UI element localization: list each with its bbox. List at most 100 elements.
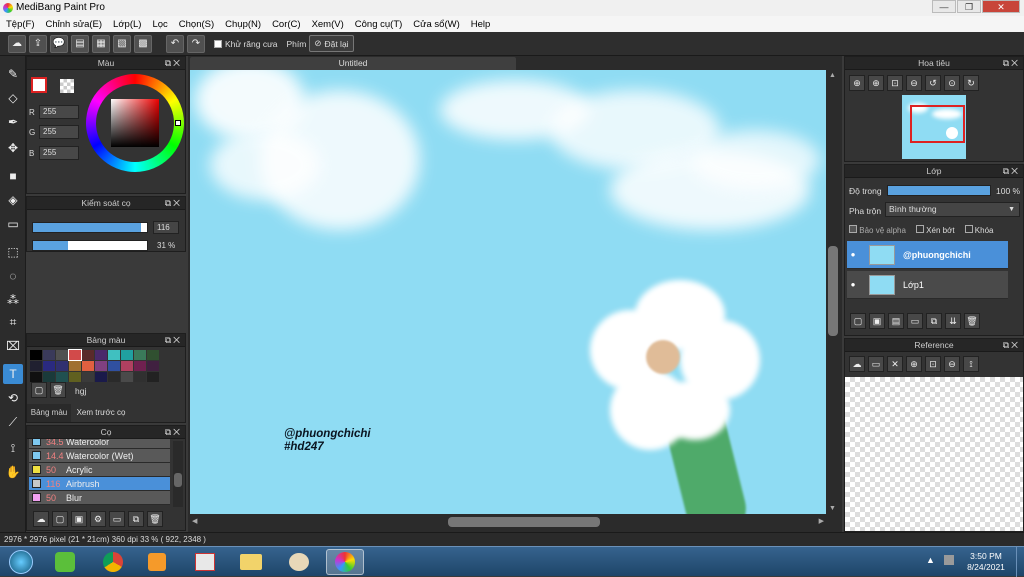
ref-open-icon[interactable]: ▭ [868, 356, 884, 372]
palette-swatch[interactable] [108, 361, 120, 371]
hand-tool-icon[interactable]: ✋ [3, 462, 23, 482]
lasso-tool-icon[interactable]: ◌ [3, 266, 23, 286]
palette-swatch[interactable] [108, 350, 120, 360]
dot-tool-icon[interactable]: ✒ [3, 112, 23, 132]
palette-swatch[interactable] [30, 372, 42, 382]
merge-layer-icon[interactable]: ⇊ [945, 313, 961, 329]
protect-alpha-checkbox[interactable]: Bảo vệ alpha [849, 225, 906, 235]
reset-button[interactable]: ⊘ Đặt lại [309, 35, 354, 52]
nav-zoom-out-icon[interactable]: ⊖ [906, 75, 922, 91]
antialias-checkbox[interactable]: Khử răng cưa [214, 39, 278, 49]
menu-item[interactable]: Cửa sổ(W) [413, 19, 459, 30]
paint-icon[interactable] [280, 549, 318, 575]
layer-opacity-slider[interactable] [887, 185, 991, 196]
palette-swatch[interactable] [134, 350, 146, 360]
eyedropper-tool-icon[interactable]: ⟟ [3, 438, 23, 458]
lock-checkbox[interactable]: Khóa [964, 225, 993, 235]
nav-fit-icon[interactable]: ⊡ [887, 75, 903, 91]
clipping-checkbox[interactable]: Xén bớt [915, 225, 955, 235]
maximize-button[interactable]: ❐ [957, 0, 981, 13]
nav-rotate-left-icon[interactable]: ↺ [925, 75, 941, 91]
cloud-icon[interactable]: ☁ [8, 34, 26, 53]
delete-palette-icon[interactable]: 🗑 [50, 382, 66, 398]
menu-item[interactable]: Help [471, 19, 491, 30]
select-tool-icon[interactable]: ⬚ [3, 242, 23, 262]
palette-swatch[interactable] [147, 372, 159, 382]
menu-item[interactable]: Cor(C) [272, 19, 301, 30]
brush-list-item[interactable]: 116 Airbrush [29, 477, 170, 491]
move-tool-icon[interactable]: ✥ [3, 138, 23, 158]
panel-controls-icon[interactable]: ⧉✕ [165, 57, 182, 70]
palette-swatch[interactable] [121, 372, 133, 382]
text-tool-icon[interactable]: T [3, 364, 23, 384]
ref-zoom-out-icon[interactable]: ⊖ [944, 356, 960, 372]
palette-swatch[interactable] [43, 350, 55, 360]
brush-copy-icon[interactable]: ⧉ [128, 511, 144, 527]
reference-image-area[interactable] [845, 377, 1023, 531]
palette-swatch[interactable] [56, 372, 68, 382]
brush-settings-icon[interactable]: ⚙ [90, 511, 106, 527]
eye-icon[interactable]: ● [847, 280, 859, 289]
chat-icon[interactable]: 💬 [50, 34, 68, 53]
nav-rotate-right-icon[interactable]: ↻ [963, 75, 979, 91]
palette-swatch[interactable] [56, 350, 68, 360]
select-eraser-icon[interactable]: ⌧ [3, 336, 23, 356]
brush-list-item[interactable]: 50 Acrylic [29, 463, 170, 477]
fill-tool-icon[interactable]: ◈ [3, 190, 23, 210]
menu-item[interactable]: Công cụ(T) [355, 19, 403, 30]
panel-controls-icon[interactable]: ⧉✕ [1003, 165, 1020, 178]
saturation-square[interactable] [111, 99, 159, 147]
palette-swatch[interactable] [134, 361, 146, 371]
document-tab[interactable]: Untitled [190, 57, 516, 70]
menu-item[interactable]: Lọc [152, 19, 167, 30]
brush-list-item[interactable]: 34.5 Watercolor [29, 439, 170, 449]
new-1bit-layer-icon[interactable]: ▤ [888, 313, 904, 329]
canvas-horizontal-scrollbar[interactable]: ◀ ▶ [190, 514, 826, 530]
divide-tool-icon[interactable]: ⟋ [3, 412, 23, 432]
ref-cloud-icon[interactable]: ☁ [849, 356, 865, 372]
palette-swatch[interactable] [95, 372, 107, 382]
eye-icon[interactable]: ● [847, 250, 859, 259]
transparent-color-swatch[interactable] [60, 79, 74, 93]
panel-controls-icon[interactable]: ⧉✕ [1003, 339, 1020, 352]
palette-swatch[interactable] [121, 361, 133, 371]
gradient-tool-icon[interactable]: ▭ [3, 214, 23, 234]
palette-swatch[interactable] [69, 361, 81, 371]
brush-list-scrollbar[interactable] [173, 441, 183, 507]
hue-wheel[interactable] [86, 74, 184, 172]
layer-item[interactable]: ● Lớp1 [847, 271, 1008, 299]
ref-close-icon[interactable]: ✕ [887, 356, 903, 372]
b-value-input[interactable]: 255 [39, 146, 79, 160]
delete-layer-icon[interactable]: 🗑 [964, 313, 980, 329]
g-value-input[interactable]: 255 [39, 125, 79, 139]
select-pen-icon[interactable]: ⌗ [3, 312, 23, 332]
layers-icon[interactable]: ▧ [113, 34, 131, 53]
navigator-preview[interactable] [902, 95, 966, 159]
start-button[interactable] [2, 549, 40, 575]
foreground-color-swatch[interactable] [31, 77, 47, 93]
menu-item[interactable]: Tệp(F) [6, 19, 35, 30]
drawing-canvas[interactable]: @phuongchichi #hd247 [190, 70, 826, 514]
menu-item[interactable]: Chọn(S) [179, 19, 214, 30]
minimize-button[interactable]: — [932, 0, 956, 13]
palette-swatch[interactable] [30, 350, 42, 360]
palette-swatch[interactable] [147, 350, 159, 360]
brush-folder-icon[interactable]: ▭ [109, 511, 125, 527]
brush-list-item[interactable]: 14.4 Watercolor (Wet) [29, 449, 170, 463]
media-player-icon[interactable] [138, 549, 176, 575]
menu-item[interactable]: Lớp(L) [113, 19, 141, 30]
palette-swatch[interactable] [43, 361, 55, 371]
shape-tool-icon[interactable]: ■ [3, 166, 23, 186]
redo-icon[interactable]: ↷ [187, 34, 205, 53]
blend-mode-select[interactable]: Bình thường ▼ [885, 202, 1020, 217]
brush-size-value[interactable]: 116 [153, 221, 179, 234]
magic-wand-icon[interactable]: ⁂ [3, 290, 23, 310]
close-button[interactable]: ✕ [982, 0, 1020, 13]
brush-opacity-slider[interactable] [32, 240, 148, 251]
menu-item[interactable]: Chụp(N) [225, 19, 261, 30]
comment-icon[interactable]: ▤ [71, 34, 89, 53]
ref-fit-icon[interactable]: ⊡ [925, 356, 941, 372]
panel-controls-icon[interactable]: ⧉✕ [165, 334, 182, 347]
operation-tool-icon[interactable]: ⟲ [3, 388, 23, 408]
document-icon[interactable]: ▦ [92, 34, 110, 53]
